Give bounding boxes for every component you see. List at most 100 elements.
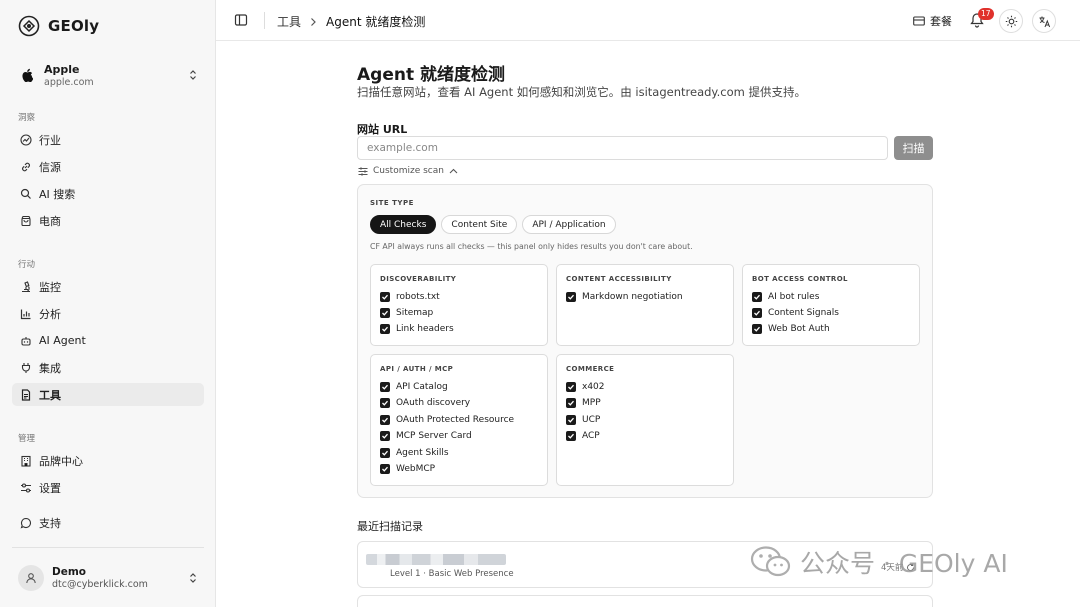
pill-api-application[interactable]: API / Application [522,215,616,234]
checkbox-checked-icon[interactable] [566,431,576,441]
customize-scan-toggle[interactable]: Customize scan [358,166,458,176]
check-web-bot-auth[interactable]: Web Bot Auth [752,324,830,334]
sidebar-item-settings[interactable]: 设置 [12,476,204,499]
group-title: COMMERCE [566,365,615,373]
section-label-insights: 洞察 [18,113,36,123]
sidebar-item-label: 工具 [39,388,61,402]
sidebar-item-brand-center[interactable]: 品牌中心 [12,449,204,472]
checkbox-checked-icon[interactable] [752,292,762,302]
customize-scan-label: Customize scan [373,166,444,176]
check-link-headers[interactable]: Link headers [380,324,454,334]
blurred-url [366,554,506,565]
sidebar-item-monitor[interactable]: 监控 [12,275,204,298]
check-x402[interactable]: x402 [566,382,605,392]
checkbox-checked-icon[interactable] [380,292,390,302]
check-label: robots.txt [396,292,440,302]
checkbox-checked-icon[interactable] [380,464,390,474]
language-toggle-button[interactable] [1032,9,1056,33]
sidebar-toggle-icon[interactable] [234,13,248,27]
sidebar-item-label: 支持 [39,516,61,530]
check-ucp[interactable]: UCP [566,415,600,425]
group-api-auth-mcp: API / AUTH / MCP API Catalog OAuth disco… [370,354,548,486]
sidebar-item-label: AI 搜索 [39,187,76,201]
search-icon [19,187,33,201]
breadcrumb-parent[interactable]: 工具 [277,13,301,30]
translate-icon [1039,16,1050,27]
site-type-selector: All Checks Content Site API / Applicatio… [370,215,616,234]
sidebar-item-sources[interactable]: 信源 [12,155,204,178]
checkbox-checked-icon[interactable] [380,308,390,318]
check-agent-skills[interactable]: Agent Skills [380,448,449,458]
sidebar-item-label: 分析 [39,307,61,321]
plan-button[interactable]: 套餐 [913,13,952,29]
url-label: 网站 URL [357,123,408,136]
check-oauth-discovery[interactable]: OAuth discovery [380,398,470,408]
watermark-text: 公众号 · GEOly AI [800,549,1008,578]
sidebar-item-integrations[interactable]: 集成 [12,356,204,379]
sidebar-divider [12,547,204,548]
sidebar-item-ai-search[interactable]: AI 搜索 [12,182,204,205]
check-content-signals[interactable]: Content Signals [752,308,839,318]
trend-icon [19,133,33,147]
checkbox-checked-icon[interactable] [566,398,576,408]
sidebar-item-label: 集成 [39,361,61,375]
scan-button[interactable]: 扫描 [894,136,933,160]
sidebar-item-analysis[interactable]: 分析 [12,302,204,325]
sidebar-item-label: 行业 [39,133,61,147]
check-label: x402 [582,382,605,392]
check-webmcp[interactable]: WebMCP [380,464,435,474]
check-label: OAuth discovery [396,398,471,408]
brand-logo[interactable]: GEOly [18,15,99,37]
check-markdown-negotiation[interactable]: Markdown negotiation [566,292,683,302]
pill-all-checks[interactable]: All Checks [370,215,437,234]
sidebar-item-tools[interactable]: 工具 [12,383,204,406]
checkbox-checked-icon[interactable] [380,431,390,441]
sidebar-item-label: 设置 [39,481,61,495]
chevron-up-down-icon [188,572,198,584]
check-api-catalog[interactable]: API Catalog [380,382,448,392]
theme-toggle-button[interactable] [999,9,1023,33]
panel-note: CF API always runs all checks — this pan… [370,242,693,251]
checkbox-checked-icon[interactable] [380,382,390,392]
checkbox-checked-icon[interactable] [380,324,390,334]
account-switcher[interactable]: Apple apple.com [14,58,204,92]
checkbox-checked-icon[interactable] [380,448,390,458]
sliders-icon [19,481,33,495]
chevron-up-icon [449,168,458,174]
scan-record[interactable] [357,595,933,607]
checkbox-checked-icon[interactable] [752,308,762,318]
check-mpp[interactable]: MPP [566,398,601,408]
url-input[interactable] [357,136,888,160]
check-ai-bot-rules[interactable]: AI bot rules [752,292,819,302]
check-robots-txt[interactable]: robots.txt [380,292,440,302]
microscope-icon [19,280,33,294]
check-sitemap[interactable]: Sitemap [380,308,433,318]
check-mcp-server-card[interactable]: MCP Server Card [380,431,472,441]
sliders-icon [358,166,368,176]
sidebar-item-support[interactable]: 支持 [12,511,204,534]
plan-label: 套餐 [930,15,952,28]
chat-icon [19,516,33,530]
sidebar-item-ecommerce[interactable]: 电商 [12,209,204,232]
checkbox-checked-icon[interactable] [566,415,576,425]
checkbox-checked-icon[interactable] [566,292,576,302]
sidebar-item-ai-agent[interactable]: AI Agent [12,329,204,352]
checkbox-checked-icon[interactable] [752,324,762,334]
sidebar-item-label: AI Agent [39,334,86,347]
pill-content-site[interactable]: Content Site [441,215,518,234]
sidebar-item-label: 监控 [39,280,61,294]
checkbox-checked-icon[interactable] [380,415,390,425]
check-oauth-protected-resource[interactable]: OAuth Protected Resource [380,415,514,425]
account-domain: apple.com [44,76,94,88]
topbar-divider [264,12,265,29]
checkbox-checked-icon[interactable] [566,382,576,392]
customize-scan-panel: SITE TYPE All Checks Content Site API / … [357,184,933,498]
user-menu[interactable]: Demo dtc@cyberklick.com [14,562,204,594]
user-icon [26,573,36,584]
building-icon [19,454,33,468]
check-acp[interactable]: ACP [566,431,600,441]
chevron-up-down-icon [188,69,198,81]
apple-icon [18,68,36,82]
checkbox-checked-icon[interactable] [380,398,390,408]
sidebar-item-industry[interactable]: 行业 [12,128,204,151]
